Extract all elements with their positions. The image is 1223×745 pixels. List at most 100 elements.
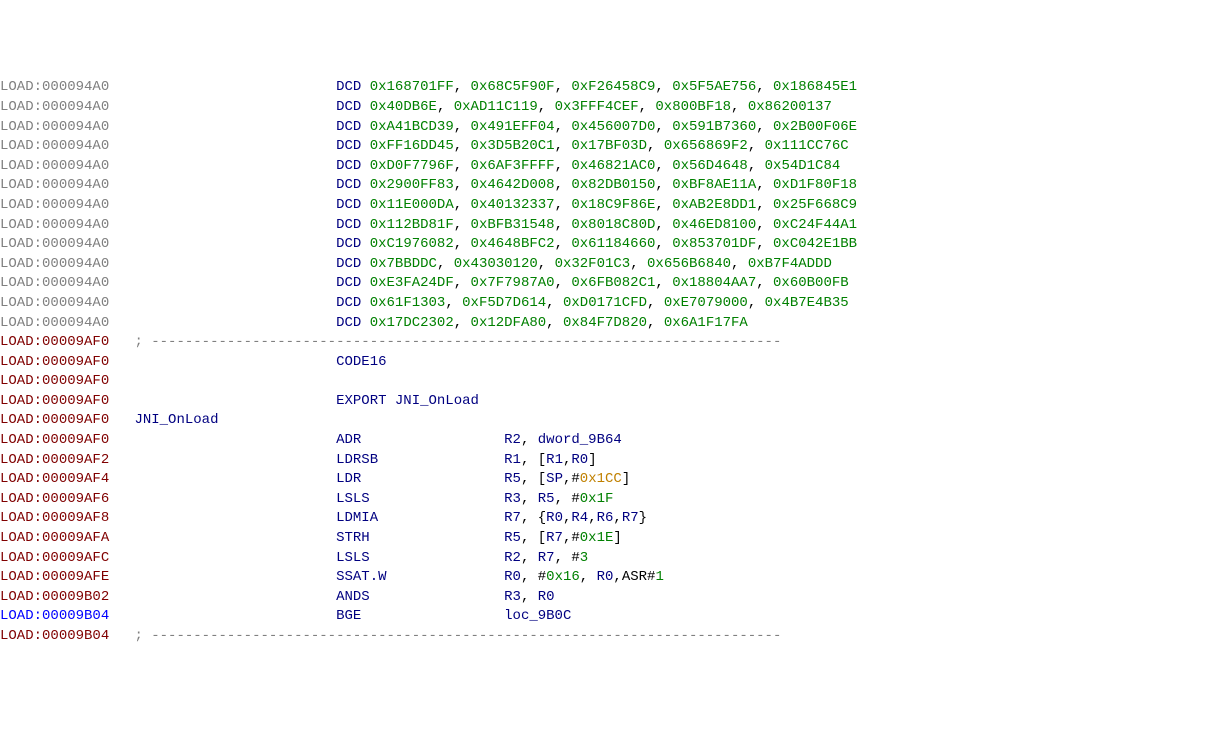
- segment-prefix: LOAD:: [0, 432, 42, 448]
- operand-token: 0x16: [546, 569, 580, 585]
- mnemonic: DCD: [336, 79, 361, 95]
- address: 00009AFC: [42, 550, 109, 566]
- disasm-line[interactable]: LOAD:00009AF2 LDRSB R1, [R1,R0]: [0, 451, 1223, 471]
- operand-token: 0x656869F2: [664, 138, 748, 154]
- disasm-line[interactable]: LOAD:000094A0 DCD 0xE3FA24DF, 0x7F7987A0…: [0, 274, 1223, 294]
- operand-token: 0x7F7987A0: [471, 275, 555, 291]
- disasm-line[interactable]: LOAD:00009B02 ANDS R3, R0: [0, 588, 1223, 608]
- segment-prefix: LOAD:: [0, 550, 42, 566]
- operand-token: 0xB7F4ADDD: [748, 256, 832, 272]
- operand-token: 0xBFB31548: [471, 217, 555, 233]
- disasm-line[interactable]: LOAD:00009AFE SSAT.W R0, #0x16, R0,ASR#1: [0, 568, 1223, 588]
- disasm-line[interactable]: LOAD:00009AFC LSLS R2, R7, #3: [0, 549, 1223, 569]
- address: 00009AF0: [42, 393, 109, 409]
- address: 00009AF0: [42, 432, 109, 448]
- operand-token: 0xBF8AE11A: [672, 177, 756, 193]
- operand-token: ,: [580, 569, 597, 585]
- disasm-line[interactable]: LOAD:00009AF4 LDR R5, [SP,#0x1CC]: [0, 470, 1223, 490]
- operand-token: ,: [437, 99, 454, 115]
- segment-prefix: LOAD:: [0, 452, 42, 468]
- operand-token: 0x60B00FB: [773, 275, 849, 291]
- operand-token: 0x6FB082C1: [571, 275, 655, 291]
- disasm-line[interactable]: LOAD:000094A0 DCD 0x7BBDDC, 0x43030120, …: [0, 255, 1223, 275]
- address: 00009AF0: [42, 412, 109, 428]
- operand-token: 0x82DB0150: [571, 177, 655, 193]
- disasm-line[interactable]: LOAD:00009AF0 EXPORT JNI_OnLoad: [0, 392, 1223, 412]
- operand-token: 0xC042E1BB: [773, 236, 857, 252]
- operand-token: ,: [454, 138, 471, 154]
- segment-prefix: LOAD:: [0, 628, 42, 644]
- operand-token: 0x186845E1: [773, 79, 857, 95]
- operand-token: 0xC1976082: [370, 236, 454, 252]
- operand-token: ,: [555, 236, 572, 252]
- disasm-line[interactable]: LOAD:000094A0 DCD 0x61F1303, 0xF5D7D614,…: [0, 294, 1223, 314]
- segment-prefix: LOAD:: [0, 236, 42, 252]
- disasm-line[interactable]: LOAD:00009AF6 LSLS R3, R5, #0x1F: [0, 490, 1223, 510]
- mnemonic: DCD: [336, 119, 361, 135]
- operand-token: 0x4B7E4B35: [765, 295, 849, 311]
- operand-token: ,: [555, 138, 572, 154]
- operand-token: 0x46ED8100: [672, 217, 756, 233]
- disasm-line[interactable]: LOAD:00009AF0 CODE16: [0, 353, 1223, 373]
- segment-prefix: LOAD:: [0, 79, 42, 95]
- segment-prefix: LOAD:: [0, 471, 42, 487]
- operand-token: 0x56D4648: [672, 158, 748, 174]
- segment-prefix: LOAD:: [0, 393, 42, 409]
- operand-token: 0xA41BCD39: [370, 119, 454, 135]
- operand-token: 0x1E: [580, 530, 614, 546]
- operand-token: 0x61184660: [571, 236, 655, 252]
- operand-token: 0x43030120: [454, 256, 538, 272]
- disasm-line[interactable]: LOAD:000094A0 DCD 0xD0F7796F, 0x6AF3FFFF…: [0, 157, 1223, 177]
- mnemonic: LDR: [336, 471, 361, 487]
- disasm-line[interactable]: LOAD:00009B04 ; ------------------------…: [0, 627, 1223, 647]
- operand-token: ,: [756, 79, 773, 95]
- operand-token: ,: [655, 158, 672, 174]
- disasm-line[interactable]: LOAD:00009AF8 LDMIA R7, {R0,R4,R6,R7}: [0, 509, 1223, 529]
- disasm-line[interactable]: LOAD:00009AF0 ; ------------------------…: [0, 333, 1223, 353]
- operand-token: 0x18C9F86E: [571, 197, 655, 213]
- disasm-line[interactable]: LOAD:000094A0 DCD 0xC1976082, 0x4648BFC2…: [0, 235, 1223, 255]
- operand-token: R7: [622, 510, 639, 526]
- operand-token: 0x46821AC0: [571, 158, 655, 174]
- address: 00009B04: [42, 628, 109, 644]
- disasm-line[interactable]: LOAD:000094A0 DCD 0x40DB6E, 0xAD11C119, …: [0, 98, 1223, 118]
- disasm-line[interactable]: LOAD:000094A0 DCD 0xFF16DD45, 0x3D5B20C1…: [0, 137, 1223, 157]
- disasm-line[interactable]: LOAD:000094A0 DCD 0x168701FF, 0x68C5F90F…: [0, 78, 1223, 98]
- disasm-line[interactable]: LOAD:000094A0 DCD 0x2900FF83, 0x4642D008…: [0, 176, 1223, 196]
- segment-prefix: LOAD:: [0, 177, 42, 193]
- operand-token: 0x40132337: [471, 197, 555, 213]
- operand-token: ,: [748, 158, 765, 174]
- disasm-line[interactable]: LOAD:00009B04 BGE loc_9B0C: [0, 607, 1223, 627]
- mnemonic: DCD: [336, 177, 361, 193]
- address: 00009AFE: [42, 569, 109, 585]
- disasm-line[interactable]: LOAD:000094A0 DCD 0x17DC2302, 0x12DFA80,…: [0, 314, 1223, 334]
- operand-token: 0x112BD81F: [370, 217, 454, 233]
- operand-token: #: [571, 471, 579, 487]
- disasm-line[interactable]: LOAD:00009AFA STRH R5, [R7,#0x1E]: [0, 529, 1223, 549]
- operand-token: R0: [546, 510, 563, 526]
- operand-token: SP: [546, 471, 563, 487]
- operand-token: 0xD0171CFD: [563, 295, 647, 311]
- operand-token: 0x853701DF: [672, 236, 756, 252]
- operand-token: R5: [538, 491, 555, 507]
- disasm-line[interactable]: LOAD:00009AF0 ADR R2, dword_9B64: [0, 431, 1223, 451]
- disasm-line[interactable]: LOAD:00009AF0 JNI_OnLoad: [0, 411, 1223, 431]
- operand-token: ,: [731, 99, 748, 115]
- disasm-line[interactable]: LOAD:000094A0 DCD 0x11E000DA, 0x40132337…: [0, 196, 1223, 216]
- operand-token: 0x4642D008: [471, 177, 555, 193]
- operand-token: 0x25F668C9: [773, 197, 857, 213]
- address: 00009B02: [42, 589, 109, 605]
- disasm-line[interactable]: LOAD:00009AF0: [0, 372, 1223, 392]
- operand-token: 0x111CC76C: [765, 138, 849, 154]
- address: 000094A0: [42, 99, 109, 115]
- address: 000094A0: [42, 119, 109, 135]
- operand-token: ,: [555, 275, 572, 291]
- operand-token: ,: [454, 177, 471, 193]
- operand-token: #: [571, 530, 579, 546]
- segment-prefix: LOAD:: [0, 334, 42, 350]
- disasm-line[interactable]: LOAD:000094A0 DCD 0xA41BCD39, 0x491EFF04…: [0, 118, 1223, 138]
- operand-token: 0x17DC2302: [370, 315, 454, 331]
- operand-token: 0x68C5F90F: [471, 79, 555, 95]
- operand-token: 0x491EFF04: [471, 119, 555, 135]
- disasm-line[interactable]: LOAD:000094A0 DCD 0x112BD81F, 0xBFB31548…: [0, 216, 1223, 236]
